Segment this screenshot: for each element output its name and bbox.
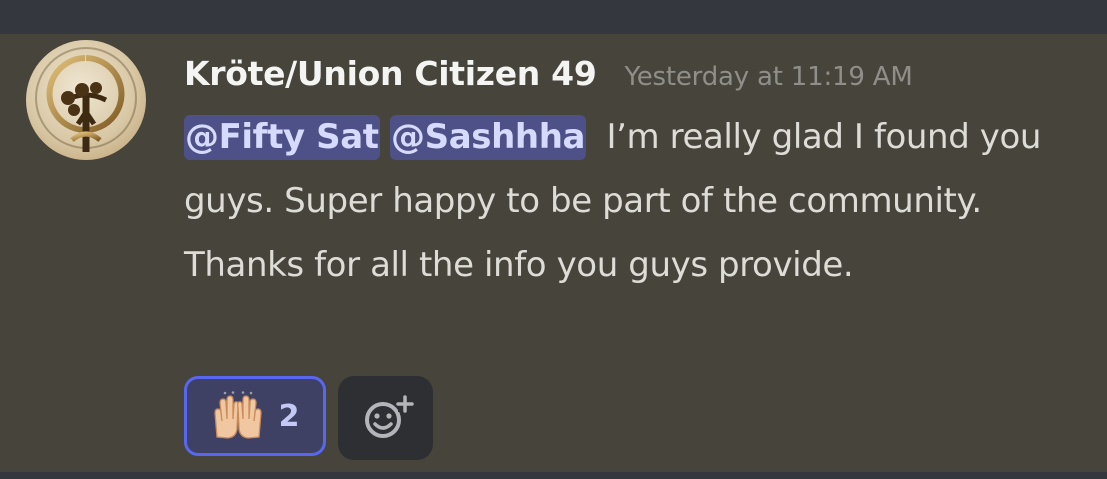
reaction-bar: 2 — [184, 376, 433, 460]
message-header: Kröte/Union Citizen 49 Yesterday at 11:1… — [184, 54, 913, 96]
add-reaction-button[interactable] — [338, 376, 433, 460]
timestamp: Yesterday at 11:19 AM — [624, 62, 913, 92]
raising-hands-icon — [213, 391, 262, 439]
mention-sashhha[interactable]: @Sashhha — [390, 115, 587, 160]
avatar[interactable] — [26, 40, 146, 160]
mention-fifty-sat[interactable]: @Fifty Sat — [184, 115, 380, 160]
username[interactable]: Kröte/Union Citizen 49 — [184, 54, 597, 93]
tree-emblem-icon — [35, 47, 137, 152]
reaction-count: 2 — [278, 398, 300, 434]
top-divider — [0, 0, 1107, 34]
message-content: @Fifty Sat @Sashhha I’m really glad I fo… — [184, 105, 1089, 297]
bottom-divider — [0, 472, 1107, 479]
chat-message[interactable]: Kröte/Union Citizen 49 Yesterday at 11:1… — [0, 34, 1107, 472]
add-reaction-smiley-icon — [365, 395, 414, 438]
reaction-raising-hands[interactable]: 2 — [184, 376, 326, 456]
